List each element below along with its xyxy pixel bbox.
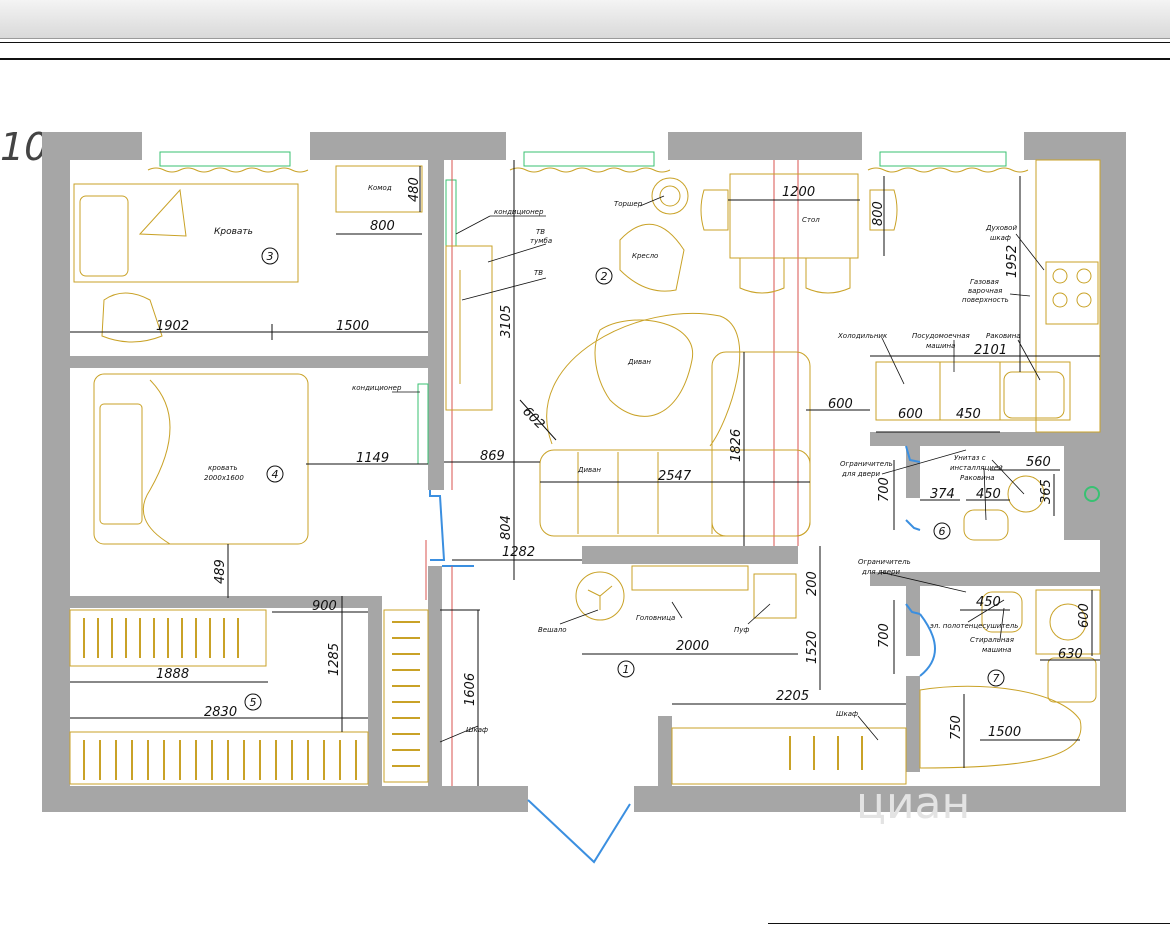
label-tumba: тумба [530,237,552,245]
dim-2830: 2830 [204,705,237,720]
dim-1282: 1282 [502,545,535,560]
label-tv-1: ТВ [536,228,545,236]
label-gas-2: варочная [968,287,1002,295]
label-shkaf-1: Шкаф [466,726,488,734]
red-guide-lines [425,160,799,786]
dim-600c: 600 [1077,603,1092,628]
dim-1520: 1520 [805,631,820,664]
room-number-1: 1 [623,663,630,676]
room-number-3: 3 [267,250,274,263]
dim-1902: 1902 [156,319,189,334]
label-kondicioner-2: кондиционер [352,384,402,392]
dim-450c: 450 [976,595,1001,610]
label-rakovina-kitchen: Раковина [986,332,1021,340]
label-kreslo: Кресло [632,252,658,260]
dim-2000: 2000 [676,639,709,654]
label-stir-1: Стиральная [970,636,1014,644]
dim-2205: 2205 [776,689,809,704]
label-duhovoy-2: шкаф [990,234,1011,242]
floor-plan: 10 3 2 4 5 6 1 7 Комод Кровать кровать 2… [0,125,1126,864]
dim-450b: 450 [976,487,1001,502]
label-shkaf-2: Шкаф [836,710,858,718]
label-unitaz-1: Унитаз с [954,454,986,462]
dim-200: 200 [805,571,820,596]
dim-800a: 800 [370,219,395,234]
label-posudo-1: Посудомоечная [912,332,970,340]
dim-1149: 1149 [356,451,389,466]
dim-630: 630 [1058,647,1083,662]
sheet-number: 10 [0,125,48,169]
dim-869: 869 [480,449,505,464]
label-divan-round: Диван [627,358,651,366]
dim-560: 560 [1026,455,1051,470]
label-kondicioner-1: кондиционер [494,208,544,216]
room-number-5: 5 [250,696,257,709]
dim-800b: 800 [871,201,886,226]
dim-2101: 2101 [974,343,1007,358]
dim-1888: 1888 [156,667,189,682]
dim-600a: 600 [828,397,853,412]
dim-600b: 600 [898,407,923,422]
dim-450a: 450 [956,407,981,422]
label-ogr-1a: Ограничитель [840,460,893,468]
dim-2547: 2547 [658,469,692,484]
label-torsher: Торшер [614,200,643,208]
room-number-7: 7 [993,672,1000,685]
label-pufe: Пуф [734,626,749,634]
label-ogr-2a: Ограничитель [858,558,911,566]
label-golovnica: Головница [636,614,675,622]
label-ogr-1b: для двери [841,470,880,478]
dim-3105: 3105 [499,305,514,338]
label-tv-2: ТВ [534,269,543,277]
dim-1606: 1606 [463,673,478,706]
label-divan: Диван [577,466,601,474]
room-number-6: 6 [939,525,946,538]
dim-750: 750 [949,715,964,740]
dim-700a: 700 [877,477,892,502]
label-polotence: эл. полотенцесушитель [930,622,1018,630]
window-gaps [142,132,1024,160]
label-veshalo: Вешало [538,626,567,634]
dim-602: 602 [519,404,547,432]
dim-365: 365 [1039,479,1054,504]
curtains [147,167,1029,173]
label-holodilnik: Холодильник [837,332,888,340]
dim-374: 374 [930,487,955,502]
dimension-labels: 800 480 1902 1500 3105 1200 800 602 1826… [156,177,1092,740]
dim-1952: 1952 [1005,245,1020,278]
label-gas-3: поверхность [962,296,1009,304]
dim-1500b: 1500 [988,725,1021,740]
dim-1500a: 1500 [336,319,369,334]
dim-1285: 1285 [327,643,342,676]
dim-489: 489 [213,559,228,584]
dim-700b: 700 [877,623,892,648]
label-komod: Комод [368,184,392,192]
label-gas-1: Газовая [970,278,999,286]
dim-1826: 1826 [729,429,744,462]
label-krovat: Кровать [214,227,253,237]
dim-900: 900 [312,599,337,614]
room-number-4: 4 [272,468,279,481]
label-posudo-2: машина [926,342,955,350]
dim-804: 804 [499,515,514,540]
room-number-2: 2 [601,270,608,283]
label-ogr-2b: для двери [861,568,900,576]
windows [159,151,1007,465]
dim-480: 480 [407,177,422,202]
label-unitaz-2: инсталляцией [950,464,1003,472]
leader-lines [392,195,1045,743]
dim-1200: 1200 [782,185,815,200]
watermark: циан [856,778,970,829]
label-krovat-2000: кровать [208,464,238,472]
label-krovat-size: 2000х1600 [204,474,244,482]
label-duhovoy-1: Духовой [985,224,1017,232]
label-stir-2: машина [982,646,1011,654]
label-rakovina-bath: Раковина [960,474,995,482]
label-stol: Стол [802,216,820,224]
